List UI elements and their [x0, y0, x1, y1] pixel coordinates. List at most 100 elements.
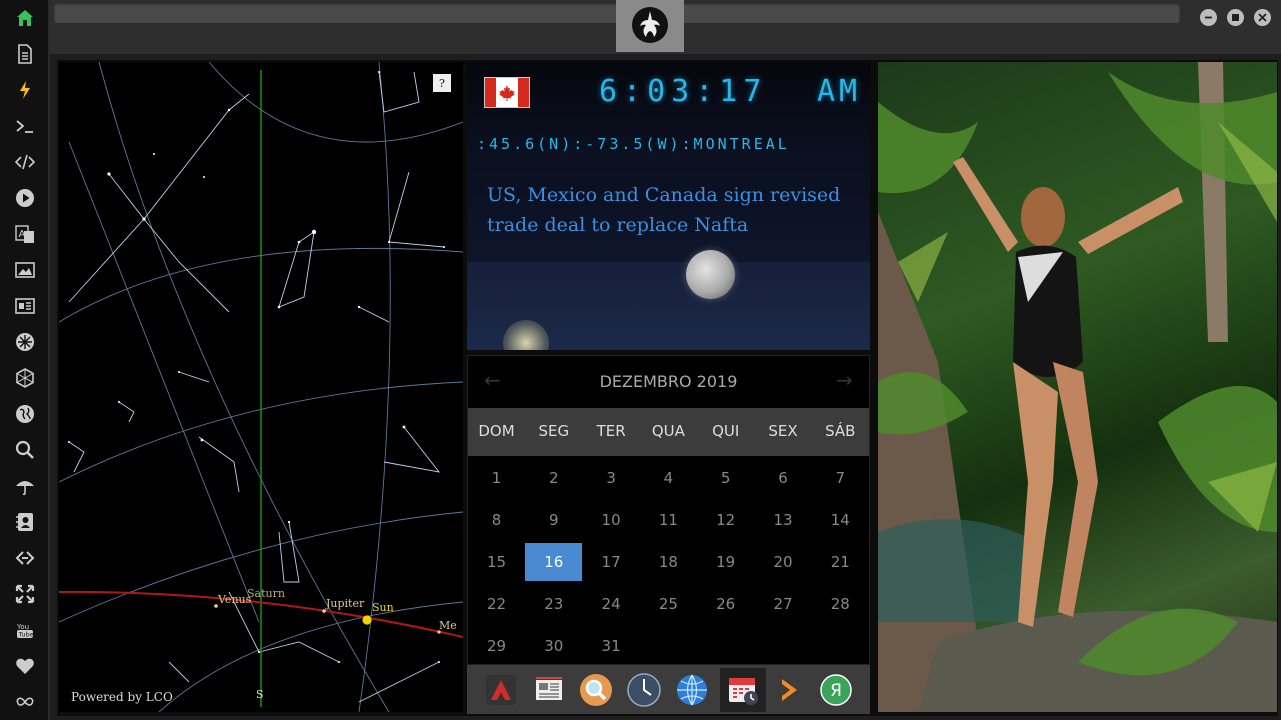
jungle-photo-image: [878, 62, 1277, 712]
news-icon[interactable]: [12, 293, 38, 319]
link-icon[interactable]: [12, 545, 38, 571]
calendar-day[interactable]: 17: [583, 543, 640, 581]
calendar-day[interactable]: 20: [755, 543, 812, 581]
calendar-day[interactable]: 5: [697, 459, 754, 497]
weekday-label: QUI: [712, 422, 740, 440]
wallpaper-photo: [878, 62, 1277, 712]
planet-label-mercury: Me: [439, 619, 457, 632]
calendar-day-selected[interactable]: 16: [525, 543, 583, 581]
compass-label-south: S: [256, 688, 264, 701]
app-launcher-icon[interactable]: [482, 671, 520, 709]
svg-text:Tube: Tube: [18, 631, 34, 639]
help-button[interactable]: ?: [433, 74, 451, 92]
yandex-letter: Я: [830, 681, 842, 701]
globe-icon[interactable]: [12, 401, 38, 427]
home-icon[interactable]: [12, 5, 38, 31]
planet-label-sun: Sun: [372, 601, 394, 614]
calendar-day[interactable]: 9: [525, 501, 582, 539]
code-icon[interactable]: [12, 149, 38, 175]
news-headline[interactable]: US, Mexico and Canada sign revised trade…: [487, 180, 857, 240]
calendar-day[interactable]: 1: [468, 459, 525, 497]
search-icon[interactable]: [12, 437, 38, 463]
calendar: ← DEZEMBRO 2019 → DOM SEG TER QUA QUI SEX SÁB …: [467, 355, 870, 665]
sidebar: A You Tube: [0, 0, 50, 720]
calendar-month-title: DEZEMBRO 2019: [599, 372, 738, 391]
sky-map[interactable]: ? Venus Saturn Jupiter Sun Me S Powered …: [59, 62, 463, 712]
weekday-label: SEX: [768, 422, 798, 440]
calendar-day[interactable]: 27: [755, 585, 812, 623]
calendar-day[interactable]: 18: [640, 543, 697, 581]
top-bar: [50, 0, 1281, 54]
calendar-day[interactable]: 22: [468, 585, 525, 623]
calendar-day[interactable]: 26: [697, 585, 754, 623]
umbrella-icon[interactable]: [12, 473, 38, 499]
document-icon[interactable]: [12, 41, 38, 67]
infinity-icon[interactable]: [12, 689, 38, 715]
play-icon[interactable]: [12, 185, 38, 211]
calendar-day[interactable]: 2: [525, 459, 582, 497]
hexagon-icon[interactable]: [12, 365, 38, 391]
calendar-app-icon[interactable]: [720, 668, 766, 712]
maximize-button[interactable]: [1227, 9, 1244, 26]
planet-label-saturn: Saturn: [247, 587, 285, 600]
next-month-icon[interactable]: →: [836, 368, 853, 392]
weekday-label: SÁB: [825, 422, 856, 440]
translate-icon[interactable]: A: [12, 221, 38, 247]
calendar-day[interactable]: 3: [583, 459, 640, 497]
calendar-day[interactable]: 21: [812, 543, 869, 581]
calendar-day[interactable]: 19: [697, 543, 754, 581]
canada-flag-icon: [484, 77, 530, 108]
calendar-day[interactable]: 24: [583, 585, 640, 623]
rebel-logo-tab[interactable]: [616, 0, 684, 52]
expand-icon[interactable]: [12, 581, 38, 607]
calendar-day[interactable]: 25: [640, 585, 697, 623]
weekday-label: SEG: [538, 422, 570, 440]
image-icon[interactable]: [12, 257, 38, 283]
calendar-day[interactable]: 10: [583, 501, 640, 539]
calendar-day[interactable]: 7: [812, 459, 869, 497]
calendar-day[interactable]: 12: [697, 501, 754, 539]
weekday-header-row: DOM SEG TER QUA QUI SEX SÁB: [468, 408, 869, 456]
clock-panel: 6:03:17 AM :45.6(N):-73.5(W):MONTREAL US…: [467, 62, 870, 350]
globe-app-icon[interactable]: [673, 671, 711, 709]
calendar-day[interactable]: 8: [468, 501, 525, 539]
arrow-right-icon[interactable]: [770, 671, 808, 709]
moon-icon: [686, 250, 735, 299]
calendar-day[interactable]: 30: [525, 627, 582, 665]
taskbar: Я: [467, 665, 870, 714]
contacts-icon[interactable]: [12, 509, 38, 535]
calendar-day[interactable]: 28: [812, 585, 869, 623]
rebel-alliance-logo-icon: [632, 7, 668, 43]
calendar-day[interactable]: 11: [640, 501, 697, 539]
clock-location: :45.6(N):-73.5(W):MONTREAL: [477, 135, 790, 153]
star-chart: [59, 62, 463, 712]
minimize-button[interactable]: [1200, 9, 1217, 26]
weekday-label: DOM: [478, 422, 515, 440]
calendar-day[interactable]: 6: [755, 459, 812, 497]
newspaper-icon[interactable]: [530, 671, 568, 709]
yandex-icon[interactable]: Я: [817, 671, 855, 709]
close-button[interactable]: [1254, 9, 1271, 26]
planet-label-jupiter: Jupiter: [326, 597, 365, 610]
search-app-icon[interactable]: [577, 671, 615, 709]
sky-credit: Powered by LCO: [71, 690, 173, 704]
rebel-emblem-icon[interactable]: [12, 329, 38, 355]
calendar-day[interactable]: 29: [468, 627, 525, 665]
terminal-icon[interactable]: [12, 113, 38, 139]
calendar-header: ← DEZEMBRO 2019 →: [468, 356, 869, 406]
heart-icon[interactable]: [12, 653, 38, 679]
clock-time: 6:03:17: [599, 74, 768, 109]
calendar-day[interactable]: 23: [525, 585, 582, 623]
weekday-label: TER: [596, 422, 626, 440]
calendar-day[interactable]: 15: [468, 543, 525, 581]
lightning-icon[interactable]: [12, 77, 38, 103]
youtube-icon[interactable]: You Tube: [12, 617, 38, 643]
calendar-day[interactable]: 31: [583, 627, 640, 665]
clock-app-icon[interactable]: [625, 671, 663, 709]
calendar-day[interactable]: 4: [640, 459, 697, 497]
calendar-day[interactable]: 13: [755, 501, 812, 539]
weekday-label: QUA: [651, 422, 685, 440]
sun-glow-icon: [503, 320, 549, 350]
calendar-day[interactable]: 14: [812, 501, 869, 539]
clock-ampm: AM: [817, 74, 862, 109]
